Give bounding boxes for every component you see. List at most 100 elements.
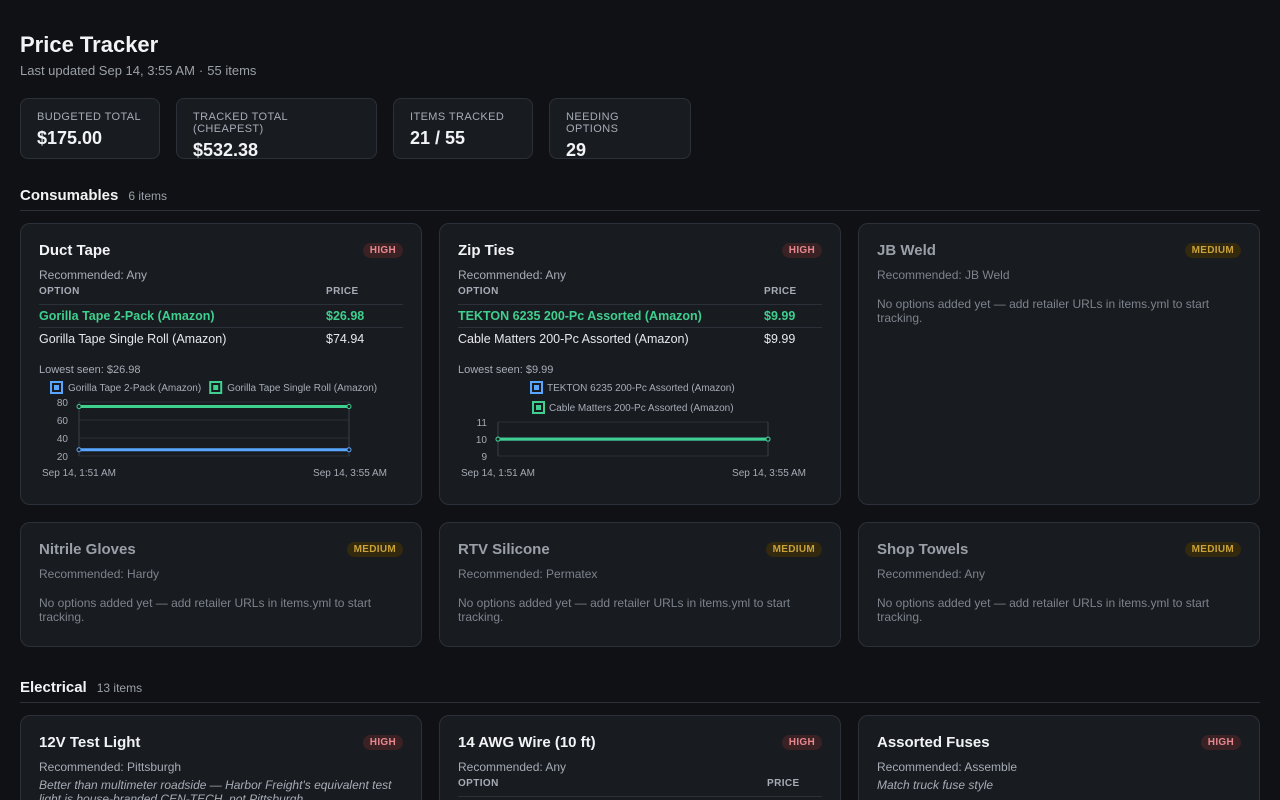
recommended-text: Recommended: Any: [877, 567, 986, 581]
legend-label: Gorilla Tape Single Roll (Amazon): [227, 383, 377, 394]
option-price: $9.99: [764, 304, 822, 328]
price-column-header: PRICE: [767, 778, 822, 797]
empty-options-message: No options added yet — add retailer URLs…: [877, 596, 1210, 624]
legend-label: Gorilla Tape 2-Pack (Amazon): [68, 383, 201, 394]
options-table: OPTION PRICE Gorilla Tape 2-Pack (Amazon…: [39, 286, 403, 350]
price-history-chart: Gorilla Tape 2-Pack (Amazon) Gorilla Tape…: [42, 381, 387, 479]
lowest-seen: Lowest seen: $9.99: [458, 364, 554, 376]
item-card-nitrile-gloves[interactable]: Nitrile Gloves MEDIUM Recommended: Hardy…: [20, 522, 422, 647]
card-header: RTV Silicone MEDIUM: [458, 541, 822, 558]
options-header-row: OPTION PRICE: [458, 778, 822, 797]
priority-badge: MEDIUM: [346, 542, 403, 557]
stat-label: BUDGETED TOTAL: [37, 111, 142, 123]
recommended-text: Recommended: Any: [458, 760, 567, 774]
stat-value: 29: [566, 140, 587, 160]
x-tick-label: Sep 14, 1:51 AM: [461, 468, 535, 479]
legend-label: Cable Matters 200-Pc Assorted (Amazon): [549, 403, 734, 414]
card-grid: 12V Test Light HIGH Recommended: Pittsbu…: [20, 715, 1260, 800]
legend-item: TEKTON 6235 200-Pc Assorted (Amazon): [530, 381, 735, 394]
option-price: $74.94: [326, 332, 365, 346]
legend-item: Gorilla Tape 2-Pack (Amazon): [50, 381, 201, 394]
options-header-row: OPTION PRICE: [39, 286, 403, 305]
item-card-12v-test-light[interactable]: 12V Test Light HIGH Recommended: Pittsbu…: [20, 715, 422, 800]
priority-badge: HIGH: [781, 243, 822, 258]
legend-item: Cable Matters 200-Pc Assorted (Amazon): [532, 401, 734, 414]
option-name[interactable]: TEKTON 6235 200-Pc Assorted (Amazon): [458, 304, 764, 328]
priority-badge: HIGH: [362, 735, 403, 750]
card-header: JB Weld MEDIUM: [877, 242, 1241, 259]
option-row[interactable]: TEKTON 6235 200-Pc Assorted (Amazon) $9.…: [458, 304, 822, 328]
stat-tracked-total: TRACKED TOTAL (CHEAPEST) $532.38: [176, 98, 377, 160]
priority-badge: MEDIUM: [765, 542, 822, 557]
x-tick-label: Sep 14, 1:51 AM: [42, 468, 116, 479]
card-title: Assorted Fuses: [877, 734, 990, 751]
item-card-shop-towels[interactable]: Shop Towels MEDIUM Recommended: Any No o…: [858, 522, 1260, 647]
price-column-header: PRICE: [326, 286, 403, 305]
data-point: [495, 436, 501, 442]
stat-needing-options: NEEDING OPTIONS 29: [549, 98, 691, 160]
card-title: Nitrile Gloves: [39, 541, 136, 558]
legend-swatch-fill: [54, 385, 59, 390]
option-row[interactable]: Gorilla Tape 2-Pack (Amazon) $26.98: [39, 304, 403, 328]
card-grid: Duct Tape HIGH Recommended: Any OPTION P…: [20, 223, 1260, 647]
card-header: Shop Towels MEDIUM: [877, 541, 1241, 558]
option-row[interactable]: Cable Matters 200-Pc Assorted (Amazon) $…: [458, 328, 822, 351]
section-count: 13 items: [96, 681, 143, 695]
card-title: RTV Silicone: [458, 541, 550, 558]
x-tick-label: Sep 14, 3:55 AM: [313, 468, 387, 479]
y-tick-label: 9: [481, 452, 487, 463]
card-title: 14 AWG Wire (10 ft): [458, 734, 596, 751]
section-count: 6 items: [128, 189, 168, 203]
priority-badge: HIGH: [362, 243, 403, 258]
lowest-seen: Lowest seen: $26.98: [39, 364, 141, 376]
y-tick-label: 80: [57, 398, 69, 409]
legend-swatch-fill: [536, 405, 541, 410]
y-tick-label: 40: [57, 434, 69, 445]
card-header: Zip Ties HIGH: [458, 242, 822, 259]
x-tick-label: Sep 14, 3:55 AM: [732, 468, 806, 479]
page-title: Price Tracker: [20, 32, 159, 57]
legend-swatch-fill: [534, 385, 539, 390]
data-point: [76, 447, 82, 453]
priority-badge: MEDIUM: [1184, 542, 1241, 557]
priority-badge: HIGH: [781, 735, 822, 750]
priority-badge: HIGH: [1200, 735, 1241, 750]
last-updated: Last updated Sep 14, 3:55 AM: [20, 63, 195, 78]
item-card-rtv-silicone[interactable]: RTV Silicone MEDIUM Recommended: Permate…: [439, 522, 841, 647]
card-title: Zip Ties: [458, 242, 515, 259]
section-title: Consumables: [20, 187, 119, 204]
y-tick-label: 11: [477, 418, 488, 429]
item-note: Match truck fuse style: [877, 778, 994, 792]
section-electrical: Electrical 13 items 12V Test Light HIGH …: [20, 679, 1260, 800]
option-name[interactable]: Cable Matters 200-Pc Assorted (Amazon): [458, 328, 764, 351]
item-card-jb-weld[interactable]: JB Weld MEDIUM Recommended: JB Weld No o…: [858, 223, 1260, 505]
options-table: OPTION PRICE: [458, 778, 822, 797]
empty-options-message: No options added yet — add retailer URLs…: [39, 596, 372, 624]
option-name[interactable]: Gorilla Tape Single Roll (Amazon): [39, 328, 326, 351]
y-tick-label: 20: [57, 452, 69, 463]
stat-value: $532.38: [193, 140, 259, 160]
item-card-assorted-fuses[interactable]: Assorted Fuses HIGH Recommended: Assembl…: [858, 715, 1260, 800]
data-point: [346, 447, 352, 453]
page: Price Tracker Last updated Sep 14, 3:55 …: [0, 0, 1280, 78]
card-title: JB Weld: [877, 242, 936, 259]
card-header: 14 AWG Wire (10 ft) HIGH: [458, 734, 822, 751]
card-title: Shop Towels: [877, 541, 969, 558]
card-header: 12V Test Light HIGH: [39, 734, 403, 751]
stat-value: $175.00: [37, 128, 103, 148]
stat-items-tracked: ITEMS TRACKED 21 / 55: [393, 98, 533, 159]
data-point: [765, 436, 771, 442]
option-name[interactable]: Gorilla Tape 2-Pack (Amazon): [39, 304, 326, 328]
card-title: 12V Test Light: [39, 734, 141, 751]
item-card-14-awg-wire[interactable]: 14 AWG Wire (10 ft) HIGH Recommended: An…: [439, 715, 841, 800]
recommended-text: Recommended: JB Weld: [877, 268, 1010, 282]
legend-swatch-fill: [213, 385, 219, 390]
page-subtitle: Last updated Sep 14, 3:55 AM · 55 items: [20, 63, 1260, 78]
section-header: Electrical 13 items: [20, 679, 1260, 703]
item-card-duct-tape[interactable]: Duct Tape HIGH Recommended: Any OPTION P…: [20, 223, 422, 505]
item-card-zip-ties[interactable]: Zip Ties HIGH Recommended: Any OPTION PR…: [439, 223, 841, 505]
legend-item: Gorilla Tape Single Roll (Amazon): [209, 381, 377, 394]
section-consumables: Consumables 6 items Duct Tape HIGH Recom…: [20, 187, 1260, 647]
option-row[interactable]: Gorilla Tape Single Roll (Amazon) $74.94: [39, 328, 403, 351]
data-point: [346, 404, 352, 410]
